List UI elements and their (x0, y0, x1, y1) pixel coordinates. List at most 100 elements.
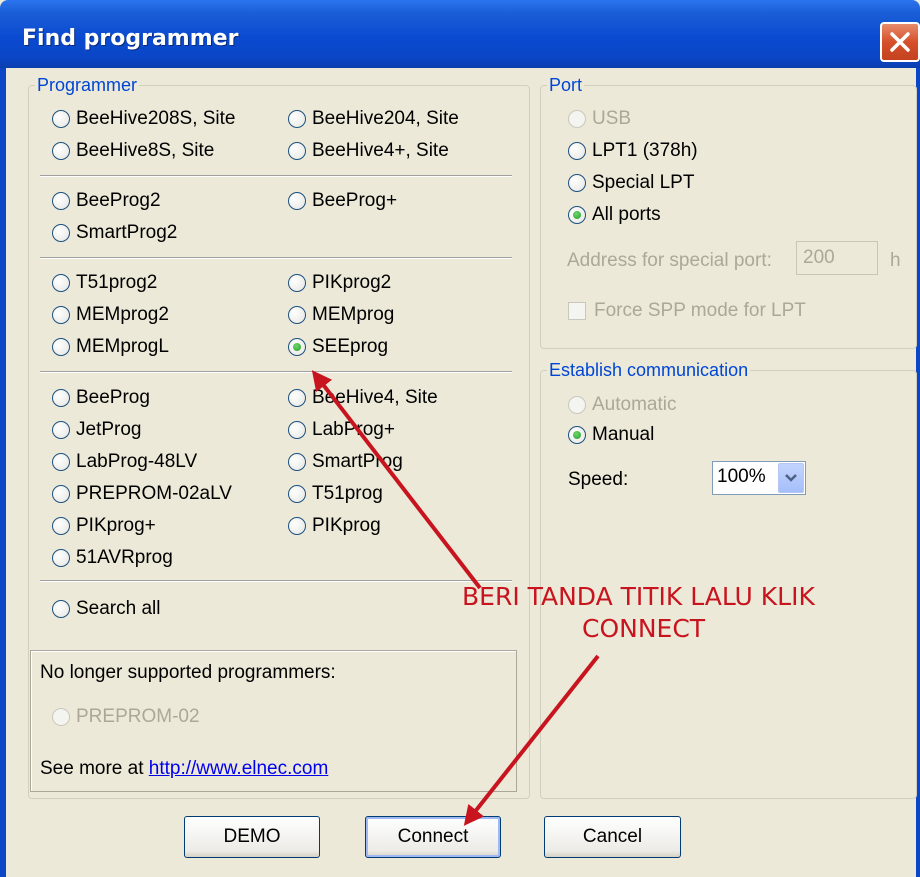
radio-circle[interactable] (52, 485, 70, 503)
radio-circle[interactable] (52, 192, 70, 210)
radio-label: MEMprogL (76, 336, 169, 357)
radio-seeprog[interactable]: SEEprog (288, 336, 388, 358)
radio-circle[interactable] (52, 338, 70, 356)
radio-label: T51prog (312, 483, 383, 504)
elnec-link[interactable]: http://www.elnec.com (149, 758, 329, 780)
radio-label: BeeProg (76, 387, 150, 408)
close-icon (890, 32, 910, 52)
radio-circle[interactable] (288, 485, 306, 503)
cancel-button[interactable]: Cancel (544, 816, 681, 858)
checkbox-box (568, 302, 586, 320)
radio-circle-selected[interactable] (568, 206, 586, 224)
radio-search-all[interactable]: Search all (52, 598, 161, 620)
radio-memprogl[interactable]: MEMprogL (52, 336, 169, 358)
radio-circle[interactable] (288, 306, 306, 324)
window-title: Find programmer (22, 26, 239, 51)
radio-circle-disabled (568, 110, 586, 128)
connect-button[interactable]: Connect (365, 816, 501, 858)
radio-circle[interactable] (52, 142, 70, 160)
radio-label: All ports (592, 204, 661, 225)
address-input[interactable] (796, 241, 878, 275)
speed-value: 100% (717, 466, 766, 487)
radio-circle[interactable] (288, 274, 306, 292)
speed-select[interactable]: 100% (712, 461, 806, 495)
radio-beehive204[interactable]: BeeHive204, Site (288, 108, 459, 130)
radio-lpt1[interactable]: LPT1 (378h) (568, 140, 698, 162)
radio-circle-selected[interactable] (568, 426, 586, 444)
radio-special-lpt[interactable]: Special LPT (568, 172, 694, 194)
radio-circle[interactable] (52, 421, 70, 439)
radio-circle[interactable] (288, 142, 306, 160)
radio-smartprog[interactable]: SmartProg (288, 451, 403, 473)
radio-beeprog2[interactable]: BeeProg2 (52, 190, 161, 212)
radio-circle-selected[interactable] (288, 338, 306, 356)
radio-circle[interactable] (52, 517, 70, 535)
radio-circle[interactable] (288, 517, 306, 535)
radio-label: BeeHive208S, Site (76, 108, 236, 129)
radio-label: Automatic (592, 394, 677, 415)
radio-circle[interactable] (52, 389, 70, 407)
speed-label: Speed: (568, 469, 629, 490)
radio-circle[interactable] (52, 549, 70, 567)
radio-label: T51prog2 (76, 272, 158, 293)
radio-circle-disabled (568, 396, 586, 414)
radio-memprog[interactable]: MEMprog (288, 304, 394, 326)
radio-circle[interactable] (568, 174, 586, 192)
radio-t51prog2[interactable]: T51prog2 (52, 272, 157, 294)
radio-51avrprog[interactable]: 51AVRprog (52, 547, 173, 569)
radio-labprog48lv[interactable]: LabProg-48LV (52, 451, 197, 473)
annotation-line-1: BERI TANDA TITIK LALU KLIK (462, 582, 815, 611)
radio-all-ports[interactable]: All ports (568, 204, 661, 226)
close-button[interactable] (880, 22, 920, 62)
checkbox-label: Force SPP mode for LPT (594, 300, 806, 321)
radio-manual[interactable]: Manual (568, 424, 654, 446)
radio-labprogplus[interactable]: LabProg+ (288, 419, 395, 441)
radio-pikprogplus[interactable]: PIKprog+ (52, 515, 156, 537)
radio-circle[interactable] (52, 306, 70, 324)
radio-label: LabProg-48LV (76, 451, 198, 472)
radio-t51prog[interactable]: T51prog (288, 483, 383, 505)
see-more-text: See more at http://www.elnec.com (40, 758, 328, 780)
comm-legend: Establish communication (549, 360, 749, 380)
radio-beeprogplus[interactable]: BeeProg+ (288, 190, 397, 212)
radio-pikprog2[interactable]: PIKprog2 (288, 272, 391, 294)
radio-preprom02alv[interactable]: PREPROM-02aLV (52, 483, 232, 505)
radio-circle[interactable] (52, 224, 70, 242)
radio-smartprog2[interactable]: SmartProg2 (52, 222, 177, 244)
speed-dropdown-button[interactable] (778, 463, 804, 493)
radio-label: JetProg (76, 419, 142, 440)
radio-circle[interactable] (288, 421, 306, 439)
radio-label: LabProg+ (312, 419, 395, 440)
radio-automatic: Automatic (568, 394, 676, 416)
radio-circle[interactable] (52, 453, 70, 471)
radio-circle[interactable] (52, 600, 70, 618)
radio-label: SmartProg2 (76, 222, 178, 243)
separator (40, 371, 512, 373)
radio-beeprog[interactable]: BeeProg (52, 387, 150, 409)
radio-jetprog[interactable]: JetProg (52, 419, 141, 441)
radio-label: Manual (592, 424, 655, 445)
radio-circle[interactable] (288, 453, 306, 471)
radio-beehive4plus[interactable]: BeeHive4+, Site (288, 140, 449, 162)
radio-circle[interactable] (288, 192, 306, 210)
radio-beehive4[interactable]: BeeHive4, Site (288, 387, 438, 409)
radio-circle[interactable] (568, 142, 586, 160)
radio-label: Search all (76, 598, 161, 619)
radio-label: BeeProg+ (312, 190, 398, 211)
radio-beehive208s[interactable]: BeeHive208S, Site (52, 108, 236, 130)
radio-label: MEMprog2 (76, 304, 169, 325)
radio-circle[interactable] (52, 274, 70, 292)
radio-circle[interactable] (52, 110, 70, 128)
window-frame-left (0, 68, 6, 877)
demo-button[interactable]: DEMO (184, 816, 320, 858)
radio-circle[interactable] (288, 389, 306, 407)
radio-memprog2[interactable]: MEMprog2 (52, 304, 169, 326)
radio-label: SEEprog (312, 336, 389, 357)
radio-beehive8s[interactable]: BeeHive8S, Site (52, 140, 214, 162)
radio-pikprog[interactable]: PIKprog (288, 515, 381, 537)
radio-circle[interactable] (288, 110, 306, 128)
radio-usb: USB (568, 108, 631, 130)
port-legend: Port (549, 75, 583, 95)
radio-label: PREPROM-02aLV (76, 483, 232, 504)
radio-label: PIKprog+ (76, 515, 156, 536)
